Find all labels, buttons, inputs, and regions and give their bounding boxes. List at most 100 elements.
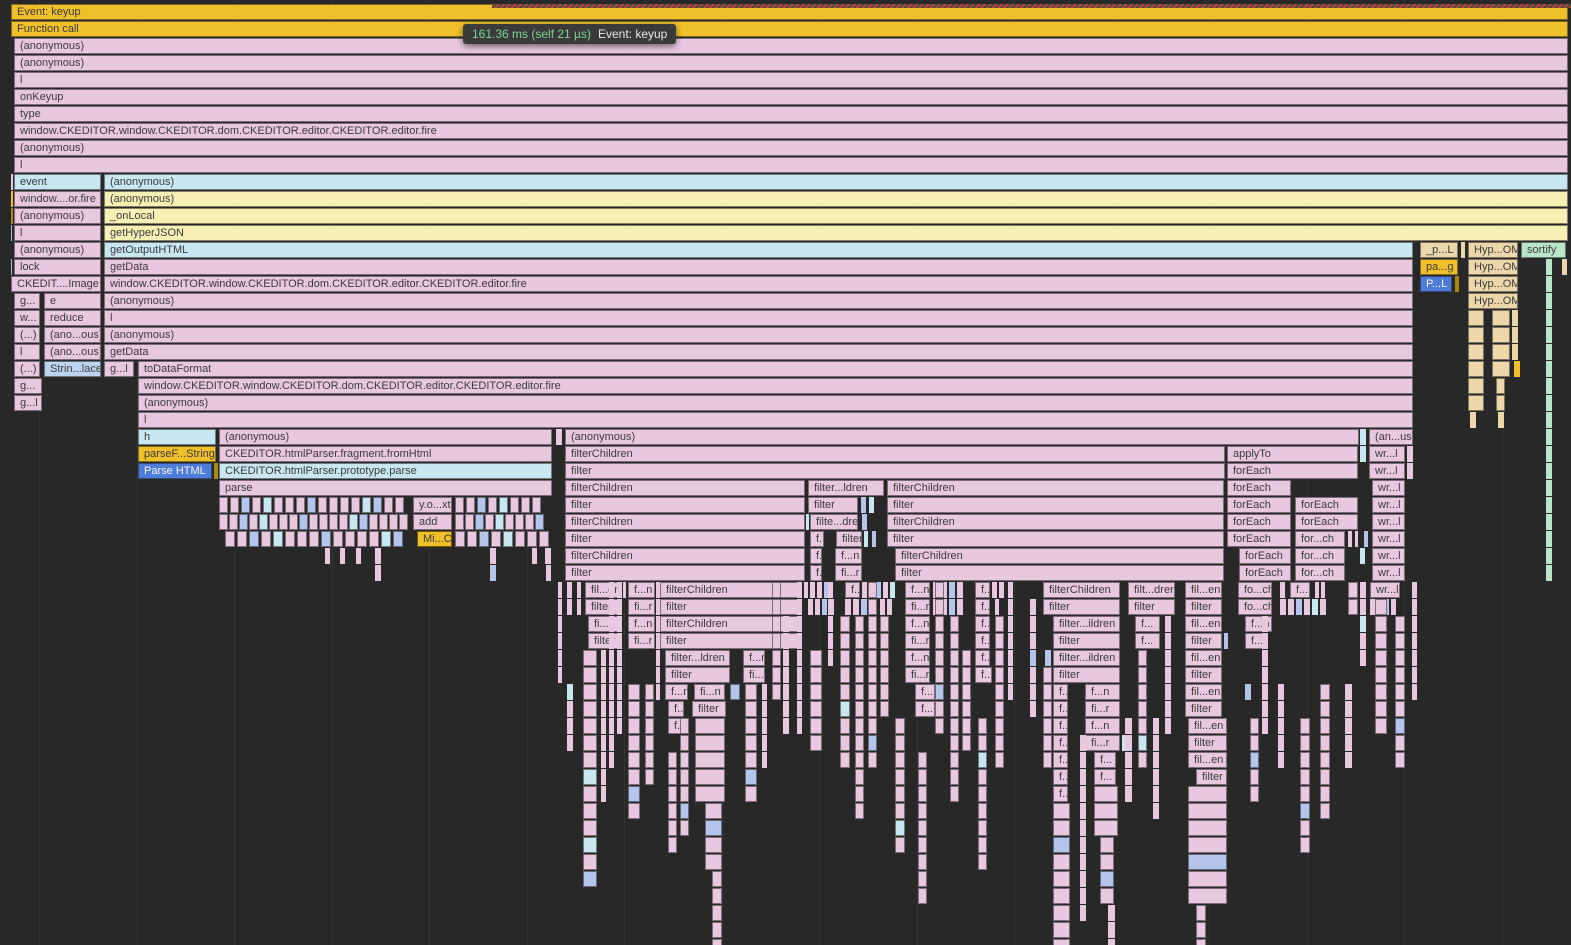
flame-bar[interactable] [880,650,889,666]
flame-bar[interactable]: f... [1053,786,1068,802]
flame-bar[interactable] [861,497,866,513]
flame-bar[interactable] [1100,871,1114,887]
flame-bar[interactable]: filter [1196,769,1227,785]
flame-bar[interactable]: reduce [44,310,101,326]
flame-bar[interactable]: _p...L [1420,242,1458,258]
flame-bar[interactable] [1514,361,1520,377]
flame-bar[interactable] [1375,633,1387,649]
flame-bar[interactable]: window....or.fire [14,191,101,207]
flame-bar[interactable] [668,752,677,768]
flame-bar[interactable] [1375,718,1387,734]
flame-bar[interactable] [1100,837,1114,853]
flame-bar[interactable] [628,718,640,734]
flame-bar[interactable] [567,701,573,717]
flame-bar[interactable] [545,548,551,564]
flame-bar[interactable] [395,497,404,513]
flame-bar[interactable] [1412,667,1417,683]
flame-bar[interactable] [369,531,379,547]
flame-bar[interactable] [880,684,889,700]
flame-bar[interactable] [680,752,689,768]
flame-bar[interactable] [705,854,722,870]
flame-bar[interactable] [772,667,781,683]
flame-bar[interactable] [1100,888,1114,904]
flame-bar[interactable] [214,463,218,479]
flame-bar[interactable]: Function call [11,21,1568,37]
flame-bar[interactable] [285,531,295,547]
flame-bar[interactable]: filterChildren [1043,582,1120,598]
flame-bar[interactable] [558,667,562,683]
flame-bar[interactable] [1546,310,1552,326]
flame-bar[interactable] [11,259,12,275]
flame-bar[interactable] [609,633,614,649]
flame-bar[interactable] [935,684,944,700]
flame-bar[interactable] [880,667,889,683]
flame-bar[interactable]: filter [808,497,858,513]
flame-bar[interactable]: g...l [14,395,42,411]
flame-bar[interactable] [1262,718,1268,734]
flame-bar[interactable] [815,599,820,615]
flame-bar[interactable]: filter [565,565,805,581]
flame-bar[interactable] [995,650,1004,666]
flame-bar[interactable] [762,752,767,768]
flame-bar[interactable] [628,786,640,802]
flame-bar[interactable] [895,786,905,802]
flame-bar[interactable] [978,837,987,853]
flame-bar[interactable] [285,497,294,513]
flame-bar[interactable]: f... [1135,616,1160,632]
flame-bar[interactable]: filterChildren [565,446,1225,462]
flame-bar[interactable]: CKEDIT....Image [11,276,101,292]
flame-bar[interactable] [1498,412,1504,428]
flame-bar[interactable] [935,701,944,717]
flame-bar[interactable] [1045,650,1051,666]
flame-bar[interactable] [645,769,654,785]
flame-bar[interactable] [1080,837,1086,853]
flame-bar[interactable] [783,701,789,717]
flame-bar[interactable] [1395,616,1405,632]
flame-bar[interactable] [1546,378,1552,394]
flame-bar[interactable] [918,820,927,836]
flame-bar[interactable] [1375,616,1387,632]
flame-bar[interactable] [1080,803,1086,819]
flame-bar[interactable]: filt...dren [1128,582,1175,598]
flame-bar[interactable] [918,786,927,802]
flame-bar[interactable]: fil...en [1185,582,1222,598]
flame-bar[interactable] [1360,650,1366,666]
flame-bar[interactable] [845,599,851,615]
flame-bar[interactable]: f... [975,599,990,615]
flame-bar[interactable] [1080,786,1086,802]
flame-bar[interactable] [375,548,381,564]
flame-bar[interactable] [617,667,622,683]
flame-bar[interactable] [1345,735,1352,751]
flame-bar[interactable] [11,191,13,207]
flame-bar[interactable] [695,786,725,802]
flame-bar[interactable]: filter [565,531,805,547]
flame-bar[interactable] [1468,344,1484,360]
flame-bar[interactable] [1165,701,1171,717]
flame-bar[interactable] [11,208,13,224]
flame-bar[interactable]: fil...en [1185,684,1222,700]
flame-bar[interactable] [249,514,258,530]
flame-bar[interactable]: Mi...C [417,531,452,547]
flame-bar[interactable] [490,565,496,581]
flame-bar[interactable] [695,769,725,785]
flame-bar[interactable] [918,854,927,870]
flame-bar[interactable] [609,752,614,768]
flame-bar[interactable] [918,803,927,819]
flame-bar[interactable] [783,650,789,666]
flame-bar[interactable]: l [14,225,101,241]
flame-bar[interactable] [1546,531,1552,547]
flame-bar[interactable] [1412,616,1417,632]
flame-bar[interactable] [1412,582,1417,598]
flame-bar[interactable]: P...L [1420,276,1452,292]
flame-bar[interactable] [712,871,722,887]
flame-bar[interactable] [1165,633,1171,649]
flame-bar[interactable]: Hyp...OM [1468,242,1518,258]
flame-bar[interactable] [1300,752,1310,768]
flame-bar[interactable] [1468,395,1484,411]
flame-bar[interactable] [828,650,833,666]
flame-bar[interactable]: forEach [1227,480,1291,496]
flame-bar[interactable]: fil...en [1185,616,1222,632]
flame-bar[interactable]: (anonymous) [219,429,552,445]
flame-bar[interactable] [1188,820,1227,836]
flame-bar[interactable] [1108,922,1115,938]
